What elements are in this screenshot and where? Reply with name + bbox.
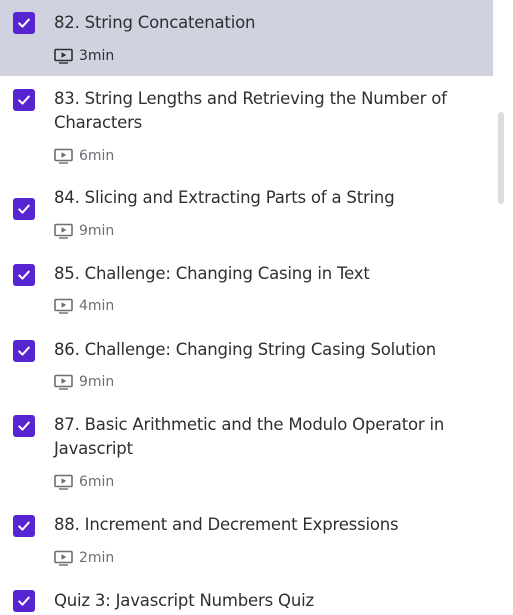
lecture-duration: 4min <box>79 298 115 314</box>
lecture-meta: 4min <box>54 297 114 315</box>
checkmark-icon <box>18 346 30 356</box>
quiz-item[interactable]: Quiz 3: Javascript Numbers Quiz <box>0 587 493 615</box>
completed-checkbox[interactable] <box>13 515 35 537</box>
lecture-item[interactable]: 83. String Lengths and Retrieving the Nu… <box>0 76 493 186</box>
lecture-meta: 9min <box>54 373 114 391</box>
lecture-title: 84. Slicing and Extracting Parts of a St… <box>54 188 395 207</box>
completed-checkbox[interactable] <box>13 590 35 612</box>
lecture-title: 85. Challenge: Changing Casing in Text <box>54 264 370 283</box>
completed-checkbox[interactable] <box>13 340 35 362</box>
lecture-item[interactable]: 82. String Concatenation 3min <box>0 0 493 76</box>
scrollbar-thumb[interactable] <box>498 112 504 204</box>
checkmark-icon <box>18 95 30 105</box>
checkmark-icon <box>18 421 30 431</box>
lecture-item[interactable]: 88. Increment and Decrement Expressions 2… <box>0 511 493 587</box>
lecture-meta: 6min <box>54 147 114 165</box>
completed-checkbox[interactable] <box>13 415 35 437</box>
video-play-icon <box>54 298 73 314</box>
checkmark-icon <box>18 204 30 214</box>
video-play-icon <box>54 223 73 239</box>
lecture-title: 83. String Lengths and Retrieving the Nu… <box>54 89 447 132</box>
lecture-title: 86. Challenge: Changing String Casing So… <box>54 340 437 359</box>
checkmark-icon <box>18 596 30 606</box>
video-play-icon <box>54 48 73 64</box>
lecture-item[interactable]: 87. Basic Arithmetic and the Modulo Oper… <box>0 411 493 511</box>
lecture-item[interactable]: 86. Challenge: Changing String Casing So… <box>0 335 493 411</box>
lecture-meta: 2min <box>54 549 114 567</box>
completed-checkbox[interactable] <box>13 264 35 286</box>
video-play-icon <box>54 148 73 164</box>
lecture-title: 82. String Concatenation <box>54 13 256 32</box>
lecture-duration: 6min <box>79 474 115 490</box>
video-play-icon <box>54 374 73 390</box>
completed-checkbox[interactable] <box>13 198 35 220</box>
lecture-meta: 6min <box>54 473 114 491</box>
lecture-title: 87. Basic Arithmetic and the Modulo Oper… <box>54 415 445 458</box>
lecture-duration: 3min <box>79 48 115 64</box>
lecture-duration: 9min <box>79 223 115 239</box>
checkmark-icon <box>18 18 30 28</box>
lecture-title: 88. Increment and Decrement Expressions <box>54 515 399 534</box>
lecture-item[interactable]: 84. Slicing and Extracting Parts of a St… <box>0 186 493 260</box>
lecture-duration: 9min <box>79 374 115 390</box>
video-play-icon <box>54 550 73 566</box>
lecture-title: Quiz 3: Javascript Numbers Quiz <box>54 591 314 610</box>
lecture-duration: 6min <box>79 148 115 164</box>
checkmark-icon <box>18 270 30 280</box>
lecture-meta: 9min <box>54 222 114 240</box>
video-play-icon <box>54 474 73 490</box>
checkmark-icon <box>18 521 30 531</box>
lecture-meta: 3min <box>54 47 114 65</box>
completed-checkbox[interactable] <box>13 89 35 111</box>
curriculum-panel: 82. String Concatenation 3min 83. String L… <box>0 0 513 615</box>
completed-checkbox[interactable] <box>13 12 35 34</box>
lecture-duration: 2min <box>79 550 115 566</box>
lecture-item[interactable]: 85. Challenge: Changing Casing in Text 4m… <box>0 260 493 335</box>
